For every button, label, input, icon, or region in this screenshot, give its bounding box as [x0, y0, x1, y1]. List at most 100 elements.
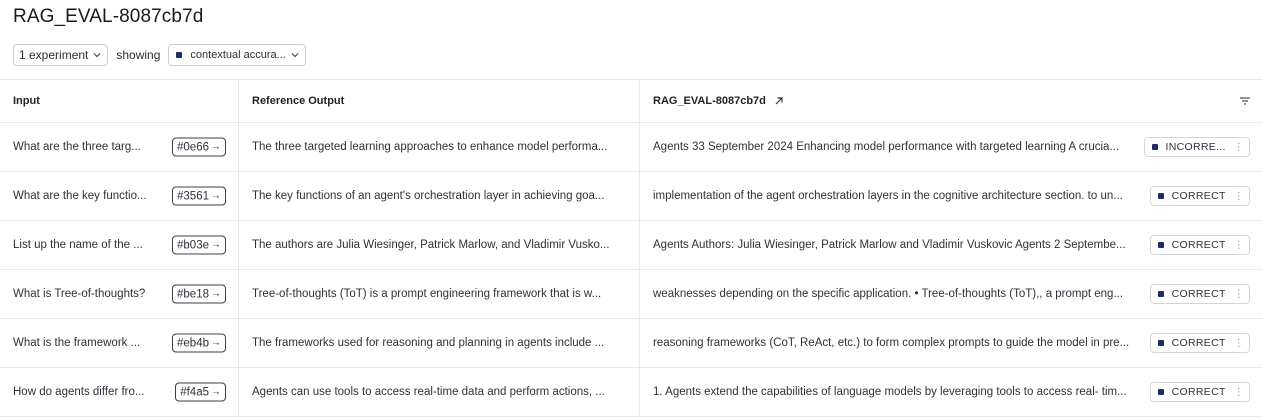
example-id-link[interactable]: #3561 → [172, 186, 226, 206]
filter-icon[interactable] [1239, 96, 1251, 106]
table-header: Input Reference Output RAG_EVAL-8087cb7d [0, 80, 1262, 123]
column-header-reference: Reference Output [239, 80, 640, 122]
example-id-link[interactable]: #0e66 → [172, 137, 226, 157]
arrow-right-icon: → [211, 288, 221, 300]
arrow-right-icon: → [211, 239, 221, 251]
reference-output-text: Agents can use tools to access real-time… [252, 386, 605, 398]
experiment-output-cell[interactable]: Agents 33 September 2024 Enhancing model… [640, 123, 1262, 171]
input-cell[interactable]: What is Tree-of-thoughts? #be18 → [0, 270, 239, 318]
example-id: #eb4b [177, 337, 209, 349]
input-text: List up the name of the ... [13, 239, 143, 251]
reference-output-cell[interactable]: The key functions of an agent's orchestr… [239, 172, 640, 220]
example-id-link[interactable]: #b03e → [172, 235, 226, 255]
results-table: Input Reference Output RAG_EVAL-8087cb7d… [0, 79, 1262, 417]
chevron-down-icon [291, 53, 299, 58]
experiment-output-text: weaknesses depending on the specific app… [653, 288, 1124, 300]
experiment-output-cell[interactable]: 1. Agents extend the capabilities of lan… [640, 368, 1262, 416]
verdict-badge[interactable]: CORRECT ⋮ [1149, 284, 1250, 304]
input-cell[interactable]: List up the name of the ... #b03e → [0, 221, 239, 269]
arrow-right-icon: → [211, 141, 221, 153]
verdict-label: CORRECT [1171, 386, 1226, 398]
toolbar: 1 experiment showing contextual accura..… [13, 44, 306, 66]
column-header-input-label: Input [13, 95, 40, 107]
table-row[interactable]: How do agents differ fro... #f4a5 → Agen… [0, 368, 1262, 417]
experiment-output-text: Agents Authors: Julia Wiesinger, Patrick… [653, 239, 1126, 251]
arrow-right-icon: → [211, 337, 221, 349]
example-id: #b03e [177, 239, 209, 251]
experiment-select-label: 1 experiment [19, 48, 89, 62]
metric-color-square [1157, 389, 1164, 395]
input-text: What are the three targ... [13, 141, 141, 153]
metric-select-label: contextual accura... [190, 49, 286, 61]
chevron-down-icon [93, 53, 101, 58]
example-id-link[interactable]: #f4a5 → [175, 382, 226, 402]
input-text: What is Tree-of-thoughts? [13, 288, 146, 300]
input-cell[interactable]: What are the three targ... #0e66 → [0, 123, 239, 171]
column-header-experiment[interactable]: RAG_EVAL-8087cb7d [640, 80, 1262, 122]
table-row[interactable]: What are the three targ... #0e66 → The t… [0, 123, 1262, 172]
verdict-label: CORRECT [1171, 288, 1226, 300]
more-vertical-icon[interactable]: ⋮ [1234, 191, 1244, 202]
more-vertical-icon[interactable]: ⋮ [1234, 240, 1244, 251]
verdict-label: INCORRE... [1165, 141, 1226, 153]
arrow-right-icon: → [211, 386, 221, 398]
example-id-link[interactable]: #be18 → [172, 284, 226, 304]
experiment-output-cell[interactable]: implementation of the agent orchestratio… [640, 172, 1262, 220]
experiment-output-text: Agents 33 September 2024 Enhancing model… [653, 141, 1120, 153]
example-id: #0e66 [177, 141, 209, 153]
reference-output-text: Tree-of-thoughts (ToT) is a prompt engin… [252, 288, 602, 300]
experiment-output-cell[interactable]: weaknesses depending on the specific app… [640, 270, 1262, 318]
verdict-badge[interactable]: CORRECT ⋮ [1149, 333, 1250, 353]
example-id: #f4a5 [180, 386, 209, 398]
verdict-label: CORRECT [1171, 239, 1226, 251]
experiment-select[interactable]: 1 experiment [13, 44, 109, 66]
input-cell[interactable]: How do agents differ fro... #f4a5 → [0, 368, 239, 416]
external-link-icon[interactable] [774, 96, 784, 106]
metric-color-square [1151, 144, 1158, 150]
more-vertical-icon[interactable]: ⋮ [1234, 338, 1244, 349]
table-row[interactable]: What is the framework ... #eb4b → The fr… [0, 319, 1262, 368]
experiment-output-text: implementation of the agent orchestratio… [653, 190, 1123, 202]
column-header-experiment-label[interactable]: RAG_EVAL-8087cb7d [653, 95, 766, 107]
verdict-badge[interactable]: CORRECT ⋮ [1149, 186, 1250, 206]
verdict-badge[interactable]: CORRECT ⋮ [1149, 382, 1250, 402]
reference-output-cell[interactable]: Agents can use tools to access real-time… [239, 368, 640, 416]
input-cell[interactable]: What is the framework ... #eb4b → [0, 319, 239, 367]
reference-output-text: The frameworks used for reasoning and pl… [252, 337, 605, 349]
reference-output-text: The authors are Julia Wiesinger, Patrick… [252, 239, 610, 251]
metric-select[interactable]: contextual accura... [168, 44, 306, 66]
arrow-right-icon: → [211, 190, 221, 202]
metric-color-square [1157, 242, 1164, 248]
experiment-output-cell[interactable]: Agents Authors: Julia Wiesinger, Patrick… [640, 221, 1262, 269]
reference-output-text: The three targeted learning approaches t… [252, 141, 608, 153]
reference-output-cell[interactable]: The three targeted learning approaches t… [239, 123, 640, 171]
metric-color-square [1157, 340, 1164, 346]
example-id-link[interactable]: #eb4b → [172, 333, 226, 353]
more-vertical-icon[interactable]: ⋮ [1234, 142, 1244, 153]
experiment-output-cell[interactable]: reasoning frameworks (CoT, ReAct, etc.) … [640, 319, 1262, 367]
reference-output-cell[interactable]: Tree-of-thoughts (ToT) is a prompt engin… [239, 270, 640, 318]
experiment-output-text: 1. Agents extend the capabilities of lan… [653, 386, 1127, 398]
experiment-output-text: reasoning frameworks (CoT, ReAct, etc.) … [653, 337, 1130, 349]
table-row[interactable]: List up the name of the ... #b03e → The … [0, 221, 1262, 270]
input-cell[interactable]: What are the key functio... #3561 → [0, 172, 239, 220]
verdict-badge[interactable]: INCORRE... ⋮ [1143, 137, 1250, 157]
input-text: What is the framework ... [13, 337, 141, 349]
table-row[interactable]: What is Tree-of-thoughts? #be18 → Tree-o… [0, 270, 1262, 319]
example-id: #3561 [177, 190, 209, 202]
metric-color-square [1157, 291, 1164, 297]
metric-color-square [1157, 193, 1164, 199]
input-text: How do agents differ fro... [13, 386, 145, 398]
reference-output-cell[interactable]: The authors are Julia Wiesinger, Patrick… [239, 221, 640, 269]
metric-color-square [176, 52, 183, 58]
verdict-badge[interactable]: CORRECT ⋮ [1149, 235, 1250, 255]
example-id: #be18 [177, 288, 209, 300]
input-text: What are the key functio... [13, 190, 147, 202]
more-vertical-icon[interactable]: ⋮ [1234, 289, 1244, 300]
table-row[interactable]: What are the key functio... #3561 → The … [0, 172, 1262, 221]
verdict-label: CORRECT [1171, 337, 1226, 349]
reference-output-cell[interactable]: The frameworks used for reasoning and pl… [239, 319, 640, 367]
reference-output-text: The key functions of an agent's orchestr… [252, 190, 605, 202]
column-header-reference-label: Reference Output [252, 95, 345, 107]
more-vertical-icon[interactable]: ⋮ [1234, 387, 1244, 398]
